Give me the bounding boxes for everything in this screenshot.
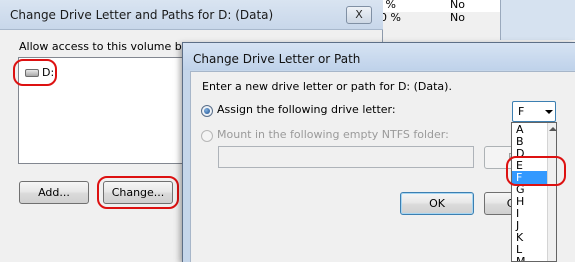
close-button[interactable]: X bbox=[346, 6, 372, 24]
drive-letter-select[interactable]: F bbox=[512, 101, 556, 122]
dropdown-scrollbar[interactable] bbox=[547, 123, 556, 261]
dropdown-option[interactable]: M bbox=[512, 255, 548, 261]
annotation-circle-drive bbox=[13, 59, 57, 86]
bg-cell-fault-2: No bbox=[450, 11, 465, 24]
dialog1-titlebar[interactable]: Change Drive Letter and Paths for D: (Da… bbox=[0, 0, 383, 30]
mount-folder-radio[interactable] bbox=[201, 130, 213, 142]
dialog1-title: Change Drive Letter and Paths for D: (Da… bbox=[10, 8, 274, 22]
mount-folder-label: Mount in the following empty NTFS folder… bbox=[217, 128, 449, 141]
background-window-edge bbox=[500, 0, 575, 40]
assign-letter-radio[interactable] bbox=[201, 105, 213, 117]
add-button[interactable]: Add... bbox=[19, 181, 89, 204]
dialog2-title: Change Drive Letter or Path bbox=[193, 52, 361, 66]
prompt-label: Enter a new drive letter or path for D: … bbox=[202, 80, 452, 93]
chevron-down-icon[interactable] bbox=[545, 110, 553, 114]
drive-letter-selected: F bbox=[518, 105, 525, 118]
annotation-circle-letter-f bbox=[506, 156, 566, 186]
dialog2-titlebar[interactable]: Change Drive Letter or Path bbox=[183, 43, 575, 70]
drive-letter-dropdown[interactable]: A B D E F G H I J K L M bbox=[511, 122, 557, 262]
assign-letter-label: Assign the following drive letter: bbox=[217, 103, 396, 116]
mount-path-input[interactable] bbox=[218, 146, 474, 168]
close-icon: X bbox=[355, 8, 363, 21]
scroll-up-icon[interactable] bbox=[549, 127, 556, 131]
bg-cell-fault: No bbox=[450, 0, 465, 11]
ok-button[interactable]: OK bbox=[400, 192, 474, 215]
annotation-circle-change bbox=[97, 176, 179, 209]
